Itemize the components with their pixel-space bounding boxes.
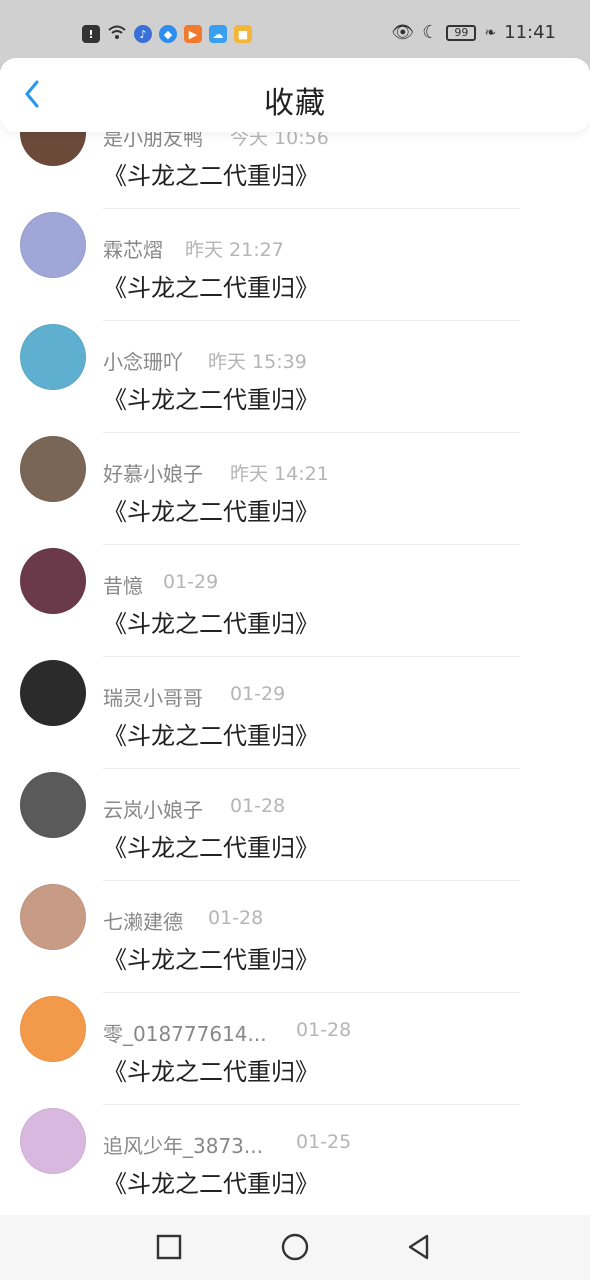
list-item[interactable]: 七濑建德 01-28 《斗龙之二代重归》 xyxy=(0,856,590,993)
user-name[interactable]: 追风少年_3873... xyxy=(103,1130,263,1159)
eye-icon: 👁 xyxy=(391,22,415,43)
list-item[interactable]: 好慕小娘子 昨天 14:21 《斗龙之二代重归》 xyxy=(0,408,590,545)
user-name[interactable]: 霖芯熠 xyxy=(103,234,163,263)
navigation-bar xyxy=(0,1215,590,1280)
favorite-title[interactable]: 《斗龙之二代重归》 xyxy=(103,1164,319,1199)
app-icon-video: ▶ xyxy=(184,25,202,43)
timestamp: 昨天 21:27 xyxy=(185,239,284,261)
app-icon-task: ■ xyxy=(234,25,252,43)
avatar[interactable] xyxy=(20,996,86,1062)
list-item[interactable]: 昔憶 01-29 《斗龙之二代重归》 xyxy=(0,520,590,657)
timestamp: 01-29 xyxy=(230,683,286,705)
timestamp: 01-25 xyxy=(296,1131,352,1153)
user-name[interactable]: 小念珊吖 xyxy=(103,346,183,375)
timestamp: 昨天 15:39 xyxy=(208,351,307,373)
status-icons-left: ! ♪ ◆ ▶ ☁ ■ xyxy=(82,24,252,44)
app-icon-weather: ☁ xyxy=(209,25,227,43)
avatar[interactable] xyxy=(20,324,86,390)
user-name[interactable]: 七濑建德 xyxy=(103,906,183,935)
timestamp: 01-28 xyxy=(296,1019,352,1041)
recent-apps-button[interactable] xyxy=(155,1233,183,1261)
home-button[interactable] xyxy=(281,1233,309,1261)
favorites-list: 是小朋友鸭 今天 10:56 《斗龙之二代重归》 霖芯熠 昨天 21:27 《斗… xyxy=(0,72,590,1217)
moon-icon: ☾ xyxy=(422,22,439,43)
list-item[interactable]: 瑞灵小哥哥 01-29 《斗龙之二代重归》 xyxy=(0,632,590,769)
user-name[interactable]: 好慕小娘子 xyxy=(103,458,203,487)
battery-icon: 99 xyxy=(446,24,477,41)
status-time: 11:41 xyxy=(504,22,556,43)
list-item[interactable]: 霖芯熠 昨天 21:27 《斗龙之二代重归》 xyxy=(0,184,590,321)
user-name[interactable]: 瑞灵小哥哥 xyxy=(103,682,203,711)
timestamp: 01-28 xyxy=(208,907,264,929)
back-nav-button[interactable] xyxy=(405,1233,433,1261)
user-name[interactable]: 云岚小娘子 xyxy=(103,794,203,823)
avatar[interactable] xyxy=(20,884,86,950)
timestamp: 01-29 xyxy=(163,571,219,593)
list-item[interactable]: 云岚小娘子 01-28 《斗龙之二代重归》 xyxy=(0,744,590,881)
timestamp: 昨天 14:21 xyxy=(230,463,329,485)
avatar[interactable] xyxy=(20,772,86,838)
avatar[interactable] xyxy=(20,212,86,278)
page-title: 收藏 xyxy=(264,86,326,121)
app-header: 收藏 xyxy=(0,58,590,132)
circle-icon xyxy=(281,1233,309,1261)
wifi-icon xyxy=(107,24,127,44)
alert-icon: ! xyxy=(82,25,100,43)
timestamp: 01-28 xyxy=(230,795,286,817)
triangle-back-icon xyxy=(408,1234,429,1260)
list-item[interactable]: 追风少年_3873... 01-25 《斗龙之二代重归》 xyxy=(0,1080,590,1217)
avatar[interactable] xyxy=(20,436,86,502)
app-icon-shield: ◆ xyxy=(159,25,177,43)
avatar[interactable] xyxy=(20,548,86,614)
user-name[interactable]: 零_018777614... xyxy=(103,1018,267,1047)
user-name[interactable]: 昔憶 xyxy=(103,570,143,599)
list-item[interactable]: 零_018777614... 01-28 《斗龙之二代重归》 xyxy=(0,968,590,1105)
avatar[interactable] xyxy=(20,660,86,726)
app-icon-blue: ♪ xyxy=(134,25,152,43)
leaf-icon: ❧ xyxy=(484,24,497,41)
list-item[interactable]: 小念珊吖 昨天 15:39 《斗龙之二代重归》 xyxy=(0,296,590,433)
status-icons-right: 👁 ☾ 99 ❧ 11:41 xyxy=(391,22,556,43)
avatar[interactable] xyxy=(20,1108,86,1174)
square-icon xyxy=(156,1234,182,1260)
